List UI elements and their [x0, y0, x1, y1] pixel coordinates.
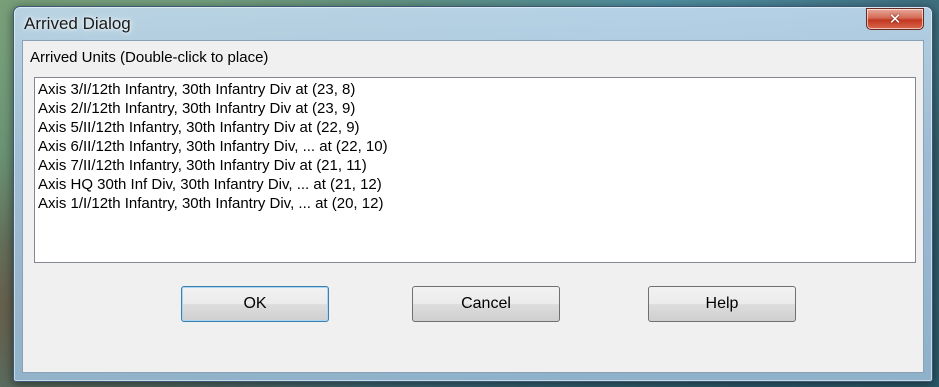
close-icon: ✕ — [888, 10, 902, 28]
arrived-units-label: Arrived Units (Double-click to place) — [30, 49, 269, 66]
list-item[interactable]: Axis 5/II/12th Infantry, 30th Infantry D… — [38, 118, 912, 137]
dialog-client-area: Arrived Units (Double-click to place) Ax… — [22, 40, 924, 373]
list-item[interactable]: Axis 2/I/12th Infantry, 30th Infantry Di… — [38, 99, 912, 118]
help-button[interactable]: Help — [648, 286, 796, 322]
title-bar[interactable]: Arrived Dialog ✕ — [14, 7, 932, 41]
list-item[interactable]: Axis 1/I/12th Infantry, 30th Infantry Di… — [38, 194, 912, 213]
ok-button[interactable]: OK — [181, 286, 329, 322]
list-item[interactable]: Axis HQ 30th Inf Div, 30th Infantry Div,… — [38, 175, 912, 194]
arrived-dialog-window: Arrived Dialog ✕ Arrived Units (Double-c… — [13, 6, 933, 382]
list-item[interactable]: Axis 6/II/12th Infantry, 30th Infantry D… — [38, 137, 912, 156]
list-item[interactable]: Axis 7/II/12th Infantry, 30th Infantry D… — [38, 156, 912, 175]
list-item[interactable]: Axis 3/I/12th Infantry, 30th Infantry Di… — [38, 80, 912, 99]
cancel-button[interactable]: Cancel — [412, 286, 560, 322]
close-button[interactable]: ✕ — [866, 8, 924, 30]
arrived-units-listbox[interactable]: Axis 3/I/12th Infantry, 30th Infantry Di… — [34, 77, 916, 263]
window-title: Arrived Dialog — [24, 14, 131, 33]
